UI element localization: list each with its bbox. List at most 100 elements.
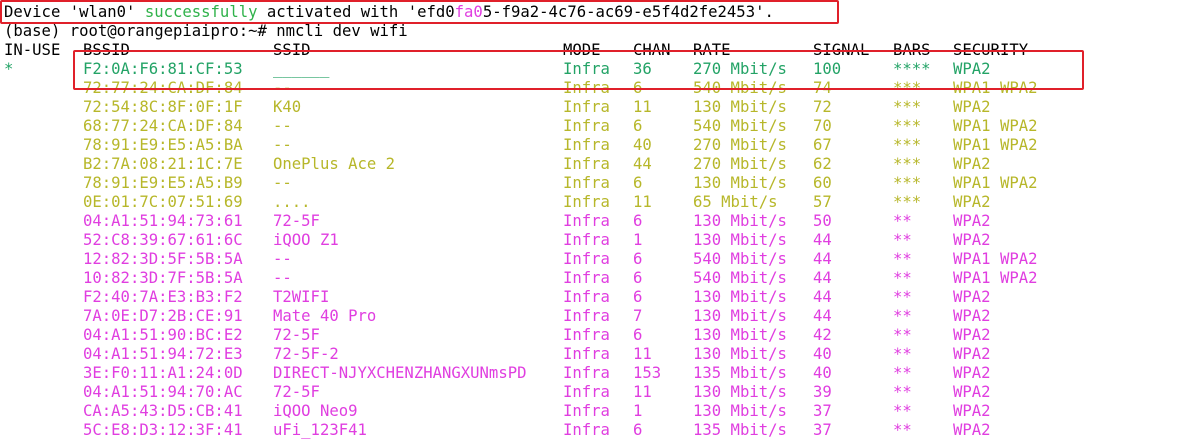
channel-cell: 6 <box>633 269 643 287</box>
ssid-cell: K40 <box>273 98 302 116</box>
table-row: CA:A5:43:D5:CB:41 iQOO Neo9 Infra 1 130 Mbit… <box>4 402 1191 421</box>
mode-cell: Infra <box>563 79 610 97</box>
channel-cell: 36 <box>633 60 652 78</box>
table-row: 04:A1:51:94:70:AC 72-5F Infra 11 130 Mbit/s 3… <box>4 383 1191 402</box>
rate-cell: 540 Mbit/s <box>693 269 787 287</box>
table-row: 04:A1:51:94:73:61 72-5F Infra 6 130 Mbit/s 50… <box>4 212 1191 231</box>
bssid-cell: 5C:E8:D3:12:3F:41 <box>83 421 243 439</box>
mode-cell: Infra <box>563 117 610 135</box>
security-cell: WPA2 <box>953 364 991 382</box>
activation-status-line: Device 'wlan0' successfully activated wi… <box>4 3 774 22</box>
channel-cell: 6 <box>633 250 643 268</box>
mode-cell: Infra <box>563 383 610 401</box>
bssid-cell: F2:40:7A:E3:B3:F2 <box>83 288 243 306</box>
signal-cell: 44 <box>813 307 832 325</box>
header-inuse: IN-USE <box>4 41 61 59</box>
in-use-cell: * <box>4 60 14 78</box>
status-uuid-rest: 5-f9a2-4c76-ac69-e5f4d2fe2453'. <box>482 3 774 21</box>
header-bssid: BSSID <box>83 41 130 59</box>
bssid-cell: 78:91:E9:E5:A5:B9 <box>83 174 243 192</box>
signal-cell: 42 <box>813 326 832 344</box>
header-chan: CHAN <box>633 41 671 59</box>
channel-cell: 6 <box>633 212 643 230</box>
mode-cell: Infra <box>563 269 610 287</box>
mode-cell: Infra <box>563 364 610 382</box>
mode-cell: Infra <box>563 402 610 420</box>
bars-cell: *** <box>893 79 922 97</box>
status-middle: activated with 'efd0 <box>257 3 455 21</box>
rate-cell: 130 Mbit/s <box>693 402 787 420</box>
header-signal: SIGNAL <box>813 41 870 59</box>
signal-cell: 44 <box>813 250 832 268</box>
bars-cell: ** <box>893 231 912 249</box>
bars-cell: *** <box>893 193 922 211</box>
header-security: SECURITY <box>953 41 1029 59</box>
signal-cell: 60 <box>813 174 832 192</box>
channel-cell: 40 <box>633 136 652 154</box>
security-cell: WPA2 <box>953 402 991 420</box>
rate-cell: 130 Mbit/s <box>693 212 787 230</box>
signal-cell: 37 <box>813 402 832 420</box>
status-success-word: successfully <box>144 3 258 21</box>
table-row: 3E:F0:11:A1:24:0D DIRECT-NJYXCHENZHANGXUN… <box>4 364 1191 383</box>
mode-cell: Infra <box>563 155 610 173</box>
channel-cell: 6 <box>633 174 643 192</box>
table-row: 04:A1:51:94:72:E3 72-5F-2 Infra 11 130 Mbit/… <box>4 345 1191 364</box>
signal-cell: 74 <box>813 79 832 97</box>
mode-cell: Infra <box>563 60 610 78</box>
security-cell: WPA2 <box>953 60 991 78</box>
channel-cell: 44 <box>633 155 652 173</box>
security-cell: WPA2 <box>953 326 991 344</box>
ssid-cell: Mate 40 Pro <box>273 307 377 325</box>
table-row: 72:77:24:CA:DF:84 -- Infra 6 540 Mbit/s 74 ***… <box>4 79 1191 98</box>
mode-cell: Infra <box>563 345 610 363</box>
command-prompt-line: (base) root@orangepiaipro:~# nmcli dev w… <box>4 22 408 40</box>
rate-cell: 270 Mbit/s <box>693 155 787 173</box>
rate-cell: 130 Mbit/s <box>693 98 787 116</box>
table-row: 52:C8:39:67:61:6C iQOO Z1 Infra 1 130 Mbit/s… <box>4 231 1191 250</box>
rate-cell: 130 Mbit/s <box>693 288 787 306</box>
bars-cell: ** <box>893 326 912 344</box>
bssid-cell: 52:C8:39:67:61:6C <box>83 231 243 249</box>
bssid-cell: 04:A1:51:94:70:AC <box>83 383 243 401</box>
rate-cell: 270 Mbit/s <box>693 60 787 78</box>
rate-cell: 540 Mbit/s <box>693 117 787 135</box>
bars-cell: ** <box>893 288 912 306</box>
table-row: 12:82:3D:5F:5B:5A -- Infra 6 540 Mbit/s 44 ** W… <box>4 250 1191 269</box>
security-cell: WPA2 <box>953 98 991 116</box>
mode-cell: Infra <box>563 212 610 230</box>
mode-cell: Infra <box>563 250 610 268</box>
ssid-cell: -- <box>273 269 292 287</box>
bars-cell: *** <box>893 174 922 192</box>
mode-cell: Infra <box>563 326 610 344</box>
header-mode: MODE <box>563 41 601 59</box>
ssid-cell: T2WIFI <box>273 288 330 306</box>
channel-cell: 6 <box>633 117 643 135</box>
mode-cell: Infra <box>563 193 610 211</box>
channel-cell: 7 <box>633 307 643 325</box>
signal-cell: 37 <box>813 421 832 439</box>
signal-cell: 50 <box>813 212 832 230</box>
security-cell: WPA2 <box>953 307 991 325</box>
bars-cell: ** <box>893 345 912 363</box>
table-row: 0E:01:7C:07:51:69.... Infra 11 65 Mbit/s 57 *… <box>4 193 1191 212</box>
mode-cell: Infra <box>563 136 610 154</box>
channel-cell: 11 <box>633 193 652 211</box>
ssid-cell: -- <box>273 174 292 192</box>
rate-cell: 130 Mbit/s <box>693 326 787 344</box>
rate-cell: 130 Mbit/s <box>693 383 787 401</box>
ssid-cell: -- <box>273 136 292 154</box>
rate-cell: 135 Mbit/s <box>693 364 787 382</box>
bars-cell: *** <box>893 98 922 116</box>
channel-cell: 11 <box>633 345 652 363</box>
signal-cell: 44 <box>813 269 832 287</box>
mode-cell: Infra <box>563 231 610 249</box>
security-cell: WPA1 WPA2 <box>953 117 1038 135</box>
security-cell: WPA2 <box>953 421 991 439</box>
channel-cell: 6 <box>633 79 643 97</box>
bssid-cell: 78:91:E9:E5:A5:BA <box>83 136 243 154</box>
security-cell: WPA1 WPA2 <box>953 269 1038 287</box>
signal-cell: 72 <box>813 98 832 116</box>
terminal-window[interactable]: Device 'wlan0' successfully activated wi… <box>0 0 1191 447</box>
bssid-cell: 68:77:24:CA:DF:84 <box>83 117 243 135</box>
